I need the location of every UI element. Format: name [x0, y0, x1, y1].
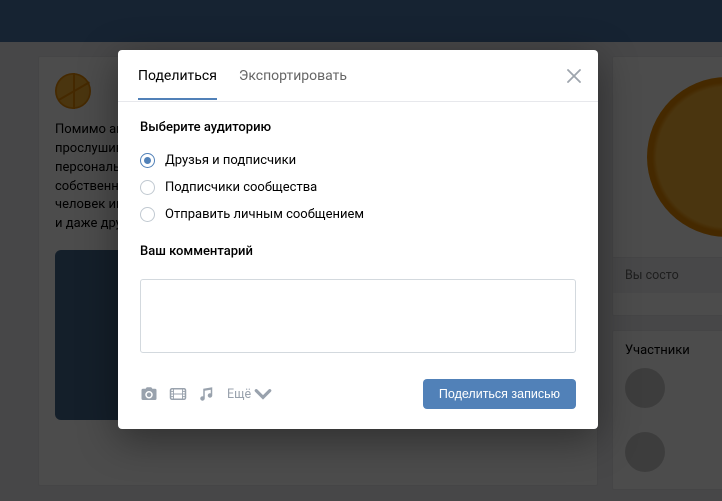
tab-export[interactable]: Экспортировать [239, 51, 347, 100]
share-modal: Поделиться Экспортировать Выберите аудит… [118, 50, 598, 429]
radio-icon [140, 180, 155, 195]
photo-icon[interactable] [140, 385, 158, 403]
tab-share[interactable]: Поделиться [138, 51, 217, 100]
comment-block: Ваш комментарий [140, 244, 576, 357]
video-icon[interactable] [169, 385, 187, 403]
close-button[interactable] [564, 66, 584, 86]
close-icon [567, 69, 581, 83]
option-private-message[interactable]: Отправить личным сообщением [140, 201, 576, 228]
option-label: Подписчики сообщества [165, 180, 317, 195]
radio-icon [140, 207, 155, 222]
chevron-down-icon [254, 385, 272, 403]
modal-tabs: Поделиться Экспортировать [118, 50, 598, 102]
more-label: Ещё [227, 387, 251, 402]
option-friends[interactable]: Друзья и подписчики [140, 147, 576, 174]
more-attachments[interactable]: Ещё [227, 385, 272, 403]
share-submit-button[interactable]: Поделиться записью [423, 379, 576, 409]
modal-body: Выберите аудиторию Друзья и подписчики П… [118, 102, 598, 365]
comment-textarea[interactable] [140, 279, 576, 353]
option-community[interactable]: Подписчики сообщества [140, 174, 576, 201]
comment-label: Ваш комментарий [140, 244, 576, 259]
radio-icon [140, 153, 155, 168]
modal-footer: Ещё Поделиться записью [118, 365, 598, 429]
option-label: Друзья и подписчики [165, 153, 296, 168]
attachment-icons: Ещё [140, 385, 272, 403]
option-label: Отправить личным сообщением [165, 207, 364, 222]
music-icon[interactable] [198, 385, 216, 403]
audience-label: Выберите аудиторию [140, 120, 576, 135]
